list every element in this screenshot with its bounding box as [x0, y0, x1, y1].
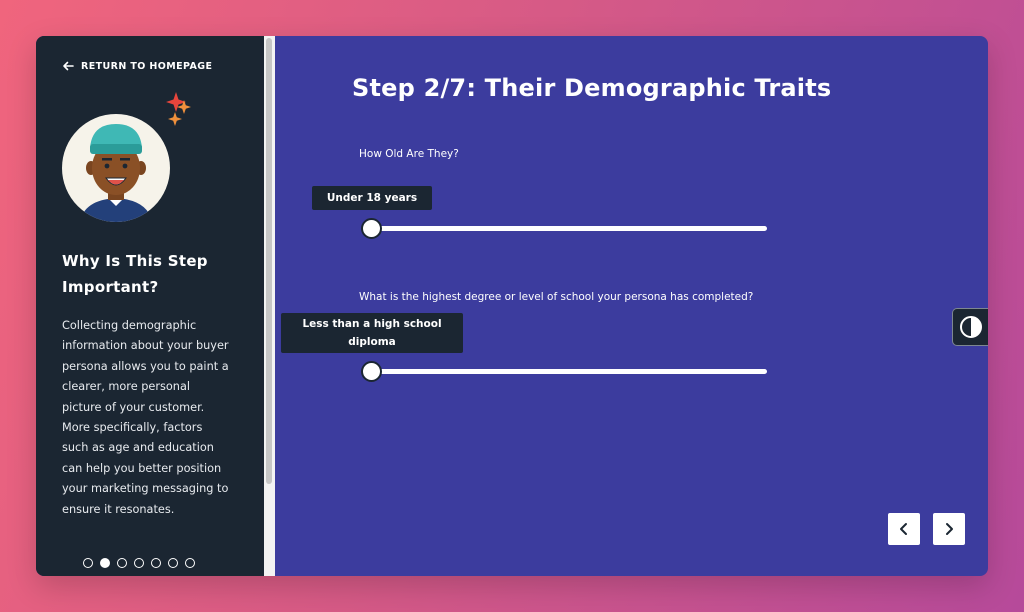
sidebar-scrollbar[interactable]: [264, 36, 275, 576]
age-value-tooltip: Under 18 years: [312, 186, 432, 210]
education-slider-track[interactable]: [363, 369, 767, 374]
education-slider-thumb[interactable]: [361, 361, 382, 382]
sidebar: RETURN TO HOMEPAGE Why Is This Step Impo…: [36, 36, 264, 576]
person-illustration: [80, 124, 152, 222]
arrow-left-icon: [63, 61, 74, 71]
return-to-homepage-link[interactable]: RETURN TO HOMEPAGE: [62, 60, 212, 72]
persona-avatar: [60, 92, 206, 224]
chevron-left-icon: [900, 523, 907, 535]
age-slider-track[interactable]: [363, 226, 767, 231]
why-heading: Why Is This Step Important?: [62, 252, 208, 296]
contrast-toggle-button[interactable]: [952, 308, 988, 346]
education-question-label: What is the highest degree or level of s…: [359, 291, 754, 303]
page-title: Step 2/7: Their Demographic Traits: [352, 74, 832, 102]
app-window: RETURN TO HOMEPAGE Why Is This Step Impo…: [36, 36, 988, 576]
step-pagination: [83, 558, 195, 568]
chevron-right-icon: [946, 523, 953, 535]
scrollbar-thumb[interactable]: [266, 38, 272, 484]
page-dot[interactable]: [168, 558, 178, 568]
page-dot[interactable]: [151, 558, 161, 568]
why-description: Collecting demographic information about…: [62, 319, 229, 516]
previous-step-button[interactable]: [888, 513, 920, 545]
avatar: [62, 114, 170, 222]
page-dot[interactable]: [83, 558, 93, 568]
page-dot[interactable]: [134, 558, 144, 568]
age-question-label: How Old Are They?: [359, 148, 459, 160]
return-link-label: RETURN TO HOMEPAGE: [81, 60, 213, 72]
page-dot[interactable]: [117, 558, 127, 568]
page-dot-active[interactable]: [100, 558, 110, 568]
page-dot[interactable]: [185, 558, 195, 568]
main-panel: Step 2/7: Their Demographic Traits How O…: [275, 36, 988, 576]
education-value-tooltip: Less than a high school diploma: [281, 313, 463, 353]
contrast-icon: [959, 316, 982, 338]
age-slider-thumb[interactable]: [361, 218, 382, 239]
sparkle-icon: [166, 92, 191, 126]
next-step-button[interactable]: [933, 513, 965, 545]
